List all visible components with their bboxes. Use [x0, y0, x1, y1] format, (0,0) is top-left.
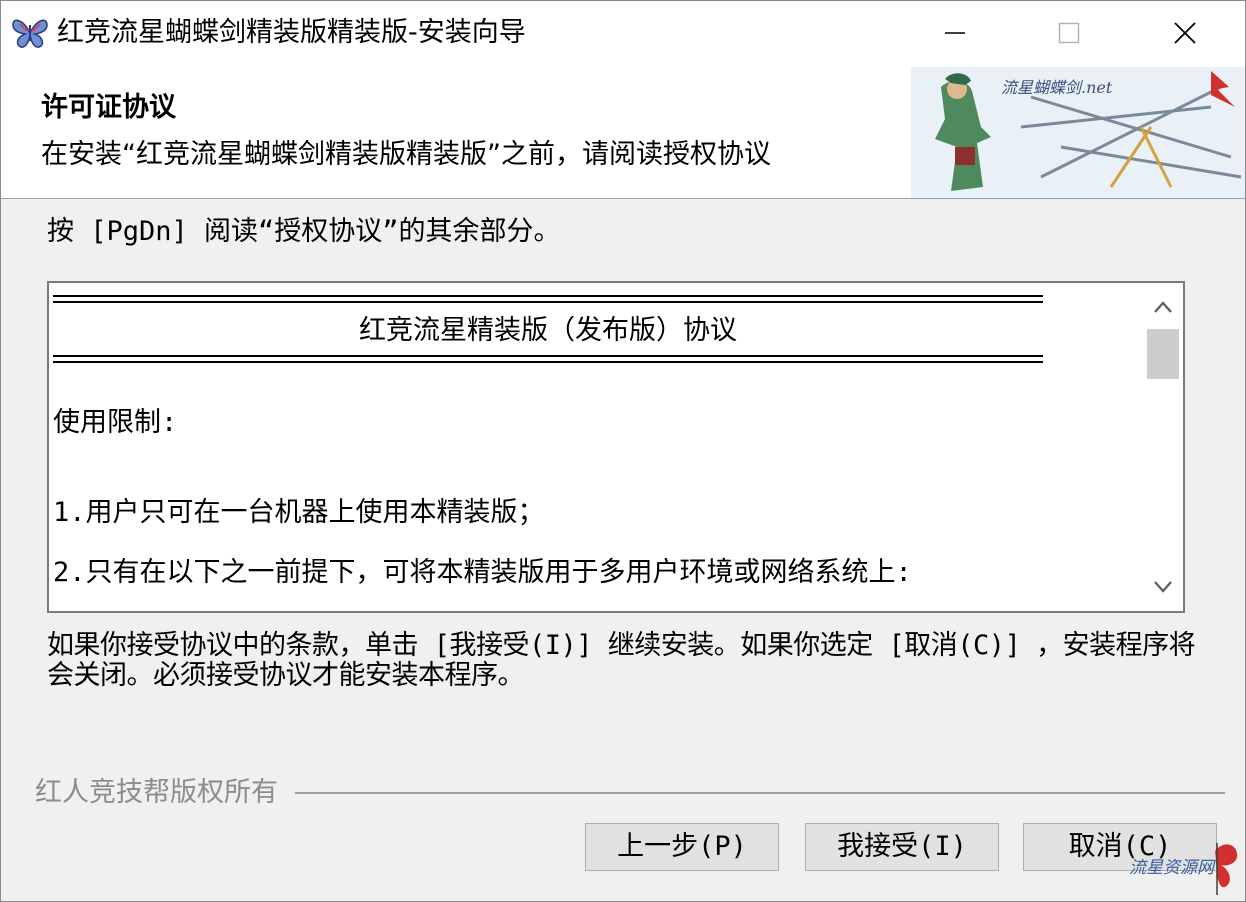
title-bar: 红竞流星蝴蝶剑精装版精装版-安装向导 — [1, 1, 1245, 65]
maximize-button[interactable] — [1013, 1, 1125, 65]
watermark-text: 流星资源网 — [1129, 858, 1216, 878]
header-divider — [1, 198, 1245, 199]
banner-logo-text: 流星蝴蝶剑.net — [1001, 78, 1113, 97]
chevron-down-icon — [1154, 581, 1172, 593]
license-line: 1.用户只可在一台机器上使用本精装版； — [53, 497, 545, 528]
installer-window: 红竞流星蝴蝶剑精装版精装版-安装向导 许可证协议 在安装“红竞流星蝴蝶剑精装版精… — [0, 0, 1246, 902]
license-text-box[interactable]: 红竞流星精装版（发布版）协议 使用限制: 1.用户只可在一台机器上使用本精装版；… — [47, 281, 1185, 613]
scroll-thumb[interactable] — [1147, 329, 1179, 379]
branding-text: 红人竞技帮版权所有 — [35, 773, 282, 813]
butterfly-icon — [11, 15, 49, 51]
window-title: 红竞流星蝴蝶剑精装版精装版-安装向导 — [57, 17, 526, 48]
license-heading: 红竞流星精装版（发布版）协议 — [359, 315, 737, 346]
branding-row: 红人竞技帮版权所有 — [35, 773, 1225, 813]
branding-divider — [295, 792, 1225, 794]
license-scrollbar[interactable] — [1143, 283, 1183, 611]
close-icon — [1174, 22, 1196, 44]
license-line: 使用限制: — [53, 407, 178, 438]
accept-notice: 如果你接受协议中的条款，单击 [我接受(I)] 继续安装。如果你选定 [取消(C… — [47, 630, 1196, 691]
page-title: 许可证协议 — [41, 92, 176, 123]
minimize-button[interactable] — [899, 1, 1011, 65]
license-line: 2.只有在以下之一前提下，可将本精装版用于多用户环境或网络系统上: — [53, 557, 912, 588]
maximize-icon — [1058, 22, 1080, 44]
accept-button[interactable]: 我接受(I) — [805, 823, 999, 871]
header-banner-image: 流星蝴蝶剑.net — [911, 67, 1245, 198]
double-rule-bottom — [53, 355, 1043, 363]
scroll-up-button[interactable] — [1143, 287, 1183, 327]
pgdn-instruction: 按 [PgDn] 阅读“授权协议”的其余部分。 — [47, 216, 561, 247]
double-rule-top — [53, 295, 1043, 303]
wizard-header: 许可证协议 在安装“红竞流星蝴蝶剑精装版精装版”之前，请阅读授权协议 流星蝴蝶剑… — [1, 65, 1245, 198]
scroll-down-button[interactable] — [1143, 567, 1183, 607]
close-button[interactable] — [1129, 1, 1241, 65]
back-button[interactable]: 上一步(P) — [585, 823, 779, 871]
chevron-up-icon — [1154, 301, 1172, 313]
page-subtitle: 在安装“红竞流星蝴蝶剑精装版精装版”之前，请阅读授权协议 — [41, 139, 771, 170]
watermark-logo: 流星资源网 — [1127, 837, 1245, 899]
minimize-icon — [945, 32, 965, 34]
